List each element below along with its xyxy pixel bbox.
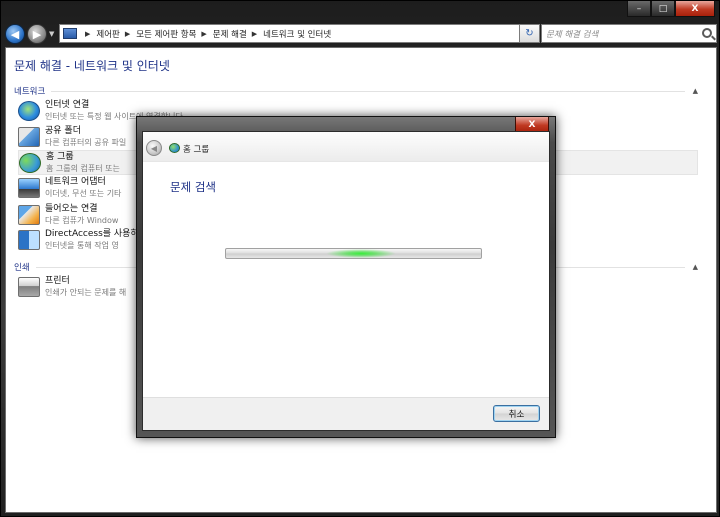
- shared-folder-icon: [18, 127, 40, 147]
- homegroup-icon: [169, 143, 180, 153]
- breadcrumb-separator-icon[interactable]: ▶: [85, 30, 90, 38]
- item-title: 공유 폴더: [45, 126, 81, 136]
- item-title: 인터넷 연결: [45, 100, 90, 110]
- control-panel-icon: [63, 28, 77, 39]
- refresh-icon: ↻: [525, 28, 534, 39]
- close-button[interactable]: X: [675, 1, 715, 17]
- dialog-title: 홈 그룹: [183, 145, 210, 155]
- search-input[interactable]: 문제 해결 검색: [541, 24, 717, 43]
- forward-button[interactable]: ▶: [27, 24, 47, 44]
- dialog-heading: 문제 검색: [170, 180, 216, 194]
- breadcrumb-item[interactable]: 제어판: [96, 28, 119, 40]
- recent-pages-dropdown[interactable]: ▼: [49, 30, 57, 38]
- maximize-button[interactable]: □: [651, 1, 675, 17]
- dialog-body: ◀ 홈 그룹 문제 검색 취소: [142, 131, 550, 431]
- dialog-back-button[interactable]: ◀: [146, 140, 162, 156]
- breadcrumb: ▶ 제어판 ▶ 모든 제어판 항목 ▶ 문제 해결 ▶ 네트워크 및 인터넷: [80, 28, 331, 40]
- group-label: 네트워크: [14, 87, 46, 97]
- item-title: 네트워크 어댑터: [45, 177, 106, 187]
- printer-icon: [18, 277, 40, 297]
- arrow-left-icon: ◀: [150, 143, 158, 153]
- homegroup-icon: [19, 153, 41, 173]
- troubleshooter-dialog: X ◀ 홈 그룹 문제 검색 취소: [136, 116, 556, 438]
- breadcrumb-separator-icon[interactable]: ▶: [252, 30, 257, 38]
- search-placeholder: 문제 해결 검색: [546, 29, 599, 40]
- control-panel-window: – □ X ◀ ▶ ▼ ▶ 제어판 ▶ 모든 제어판 항목 ▶ 문제 해결 ▶ …: [0, 0, 720, 517]
- group-header-network[interactable]: 네트워크 ▲: [14, 85, 698, 97]
- breadcrumb-item[interactable]: 모든 제어판 항목: [136, 28, 196, 40]
- item-title: 프린터: [45, 276, 70, 286]
- breadcrumb-item[interactable]: 네트워크 및 인터넷: [263, 28, 331, 40]
- dialog-header: ◀ 홈 그룹: [143, 132, 549, 162]
- item-desc: 다른 컴퓨가 Window: [45, 216, 119, 225]
- item-desc: 인쇄가 안되는 문제를 해: [45, 288, 127, 297]
- group-label: 인쇄: [14, 263, 30, 273]
- navigation-bar: ◀ ▶ ▼ ▶ 제어판 ▶ 모든 제어판 항목 ▶ 문제 해결 ▶ 네트워크 및…: [5, 23, 717, 45]
- dialog-footer: 취소: [143, 397, 549, 430]
- item-title: 홈 그룹: [46, 152, 74, 162]
- minimize-button[interactable]: –: [627, 1, 651, 17]
- item-desc: 이더넷, 무선 또는 기타: [45, 189, 122, 198]
- refresh-button[interactable]: ↻: [519, 24, 540, 43]
- address-bar[interactable]: ▶ 제어판 ▶ 모든 제어판 항목 ▶ 문제 해결 ▶ 네트워크 및 인터넷 ▼: [59, 24, 536, 43]
- search-icon[interactable]: [702, 28, 712, 38]
- item-desc: 다른 컴퓨터의 공유 파일: [45, 138, 127, 147]
- chevron-up-icon[interactable]: ▲: [693, 87, 698, 95]
- progress-marquee: [326, 249, 396, 258]
- chevron-up-icon[interactable]: ▲: [693, 263, 698, 271]
- page-title: 문제 해결 - 네트워크 및 인터넷: [14, 59, 170, 73]
- breadcrumb-separator-icon[interactable]: ▶: [125, 30, 130, 38]
- globe-network-icon: [18, 101, 40, 121]
- item-title: 들어오는 연결: [45, 204, 98, 214]
- cancel-button[interactable]: 취소: [493, 405, 540, 422]
- item-desc: 인터넷을 통해 작업 영: [45, 241, 119, 250]
- caption-buttons: – □ X: [627, 1, 715, 17]
- progress-bar: [225, 248, 482, 259]
- group-divider: [51, 90, 685, 92]
- incoming-connection-icon: [18, 205, 40, 225]
- breadcrumb-item[interactable]: 문제 해결: [213, 28, 247, 40]
- back-button[interactable]: ◀: [5, 24, 25, 44]
- directaccess-icon: [18, 230, 40, 250]
- item-desc: 홈 그룹의 컴퓨터 또는: [46, 164, 120, 173]
- item-title: DirectAccess를 사용하여: [45, 229, 148, 239]
- network-adapter-icon: [18, 178, 40, 198]
- breadcrumb-separator-icon[interactable]: ▶: [201, 30, 206, 38]
